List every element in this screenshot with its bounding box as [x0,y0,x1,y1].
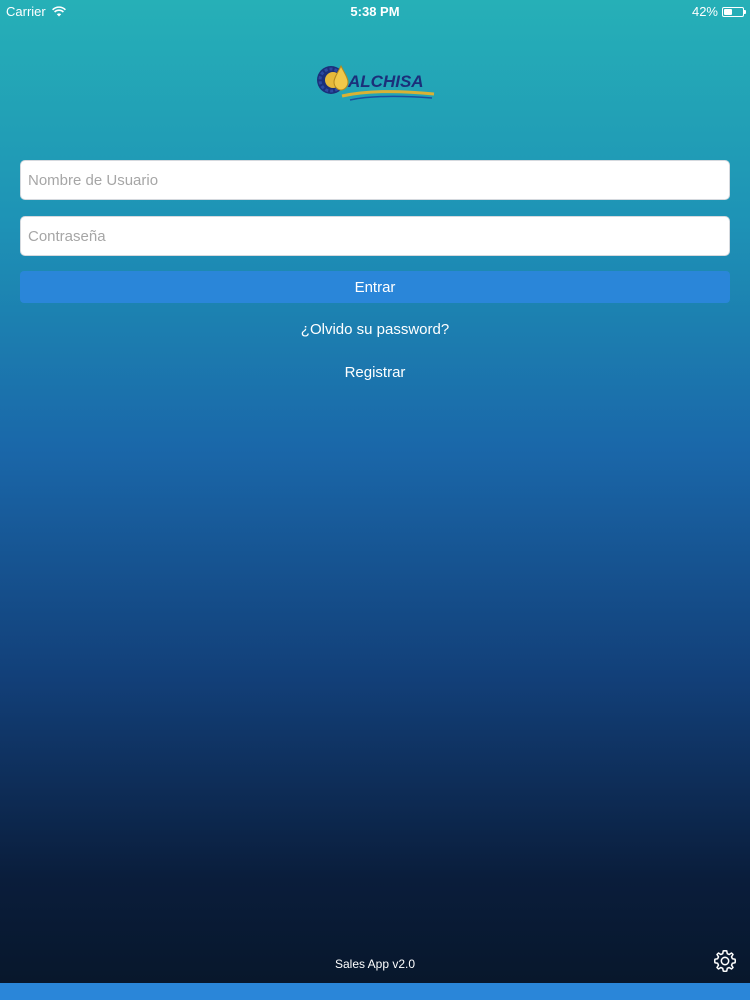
battery-percent: 42% [691,4,718,19]
alchisa-logo: ALCHISA [317,64,435,101]
app-version-label: Sales App v2.0 [334,957,416,971]
logo-wordmark: ALCHISA [347,72,424,91]
password-input[interactable] [20,216,730,256]
forgot-password-link[interactable]: ¿Olvido su password? [0,321,750,338]
gear-icon[interactable] [712,948,738,974]
username-input[interactable] [20,160,730,200]
battery-level [724,8,732,15]
battery-icon [722,6,746,17]
status-time: 5:38 PM [350,4,400,19]
bottom-accent-bar [0,983,750,1000]
status-right: 42% [691,4,746,19]
login-button[interactable]: Entrar [20,271,730,303]
register-link[interactable]: Registrar [0,364,750,381]
status-bar: Carrier 5:38 PM 42% [0,0,750,22]
